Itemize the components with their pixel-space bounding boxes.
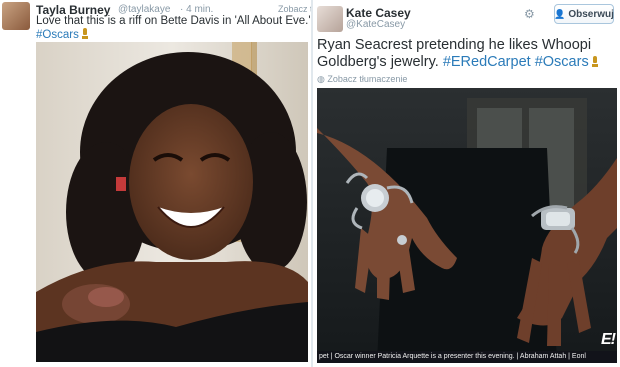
tweet-left: Tayla Burney @taylakaye · 4 min. Zobacz … — [0, 0, 312, 367]
tweet-time[interactable]: · 4 min. — [180, 4, 213, 15]
avatar[interactable] — [2, 2, 30, 30]
hashtag-oscars[interactable]: #Oscars — [36, 29, 79, 41]
follow-button-label: Obserwuj — [568, 8, 614, 20]
screenshot-root: Tayla Burney @taylakaye · 4 min. Zobacz … — [0, 0, 620, 367]
tweet-text-line1: Love that this is a riff on Bette Davis … — [36, 15, 311, 27]
tweet-text: Ryan Seacrest pretending he likes Whoopi… — [317, 37, 599, 71]
avatar[interactable] — [317, 6, 343, 32]
hashtag-oscars[interactable]: #Oscars — [535, 54, 589, 70]
author-handle[interactable]: @taylakaye — [118, 4, 170, 15]
add-user-icon: 👤 — [554, 8, 566, 19]
tweet-photo[interactable]: pet | Oscar winner Patricia Arquette is … — [317, 88, 617, 363]
tweet-text: Love that this is a riff on Bette Davis … — [36, 15, 311, 42]
tweet-right: Kate Casey @KateCasey ⚙ 👤 Obserwuj Ryan … — [312, 0, 620, 367]
tv-ticker: pet | Oscar winner Patricia Arquette is … — [317, 351, 617, 363]
oscar-trophy-icon — [81, 28, 89, 40]
photo-image — [317, 88, 617, 363]
translate-link[interactable]: Zobacz tł — [278, 4, 311, 14]
translate-link[interactable]: ◍ Zobacz tłumaczenie — [317, 74, 407, 85]
photo-image — [36, 42, 308, 362]
hashtag-eredcarpet[interactable]: #ERedCarpet — [443, 54, 531, 70]
translate-link-label: Zobacz tłumaczenie — [327, 74, 408, 84]
author-name[interactable]: Kate Casey — [346, 6, 411, 20]
oscar-trophy-icon — [591, 56, 599, 68]
tweet-photo[interactable] — [36, 42, 308, 362]
tweet-text-line1: Ryan Seacrest pretending he likes Whoopi — [317, 37, 592, 53]
author-handle[interactable]: @KateCasey — [346, 19, 405, 30]
follow-button[interactable]: 👤 Obserwuj — [554, 4, 614, 24]
globe-icon: ◍ — [317, 74, 325, 84]
channel-logo: E! — [601, 331, 616, 348]
gear-icon[interactable]: ⚙ — [524, 8, 536, 20]
tweet-text-line2: Goldberg's jewelry. — [317, 54, 439, 70]
